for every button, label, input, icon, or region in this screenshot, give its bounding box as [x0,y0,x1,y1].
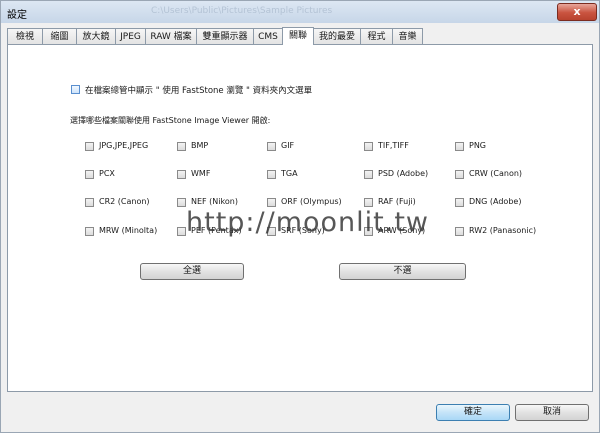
select-all-button[interactable]: 全選 [140,263,244,280]
close-button[interactable]: x [557,3,597,21]
assoc-checkbox-orf[interactable] [267,198,276,207]
assoc-checkbox-dng[interactable] [455,198,464,207]
assoc-checkbox-pcx[interactable] [85,170,94,179]
assoc-label-crw: CRW (Canon) [469,169,523,178]
assoc-label-rw2: RW2 (Panasonic) [469,226,537,235]
watermark-text: http://moonlit.tw [186,207,430,238]
assoc-checkbox-mrw[interactable] [85,227,94,236]
assoc-label-cr2: CR2 (Canon) [99,197,150,206]
tab-thumbnails[interactable]: 縮圖 [42,28,77,44]
tab-associations[interactable]: 關聯 [282,27,314,45]
assoc-checkbox-rw2[interactable] [455,227,464,236]
assoc-label-nef: NEF (Nikon) [191,197,238,206]
assoc-checkbox-raf[interactable] [364,198,373,207]
tab-music[interactable]: 音樂 [392,28,423,44]
tab-dual-monitor[interactable]: 雙重顯示器 [196,28,254,44]
tab-jpeg[interactable]: JPEG [115,28,146,44]
tab-magnifier[interactable]: 放大鏡 [76,28,116,44]
context-menu-checkbox[interactable] [71,85,80,94]
assoc-checkbox-bmp[interactable] [177,142,186,151]
tab-cms[interactable]: CMS [253,28,283,44]
settings-window: 設定 C:\Users\Public\Pictures\Sample Pictu… [0,0,600,433]
assoc-checkbox-psd[interactable] [364,170,373,179]
tab-favorites[interactable]: 我的最愛 [313,28,361,44]
assoc-label-mrw: MRW (Minolta) [99,226,158,235]
assoc-checkbox-tga[interactable] [267,170,276,179]
assoc-label-orf: ORF (Olympus) [281,197,342,206]
context-menu-label: 在檔案總管中顯示 " 使用 FastStone 瀏覽 " 資料夾內文選單 [85,86,313,96]
associations-heading: 選擇哪些檔案關聯使用 FastStone Image Viewer 開啟: [70,116,271,125]
assoc-label-pcx: PCX [99,169,115,178]
select-none-button[interactable]: 不選 [339,263,466,280]
background-path-caption: C:\Users\Public\Pictures\Sample Pictures [151,6,333,16]
assoc-label-png: PNG [469,141,487,150]
assoc-checkbox-crw[interactable] [455,170,464,179]
tab-view[interactable]: 檢視 [7,28,43,44]
assoc-checkbox-cr2[interactable] [85,198,94,207]
cancel-button[interactable]: 取消 [515,404,589,421]
assoc-checkbox-jpg[interactable] [85,142,94,151]
assoc-checkbox-png[interactable] [455,142,464,151]
window-title: 設定 [7,10,27,21]
ok-button[interactable]: 確定 [436,404,510,421]
assoc-label-wmf: WMF [191,169,211,178]
tab-raw-files[interactable]: RAW 檔案 [145,28,197,44]
assoc-label-tga: TGA [281,169,298,178]
assoc-label-bmp: BMP [191,141,209,150]
assoc-label-dng: DNG (Adobe) [469,197,522,206]
assoc-checkbox-wmf[interactable] [177,170,186,179]
assoc-checkbox-gif[interactable] [267,142,276,151]
assoc-label-psd: PSD (Adobe) [378,169,429,178]
assoc-label-raf: RAF (Fuji) [378,197,416,206]
assoc-label-jpg: JPG,JPE,JPEG [99,141,149,150]
title-bar: 設定 C:\Users\Public\Pictures\Sample Pictu… [1,1,599,23]
assoc-label-tif: TIF,TIFF [378,141,409,150]
tab-programs[interactable]: 程式 [360,28,393,44]
assoc-checkbox-tif[interactable] [364,142,373,151]
assoc-label-gif: GIF [281,141,295,150]
assoc-checkbox-nef[interactable] [177,198,186,207]
assoc-checkbox-pef[interactable] [177,227,186,236]
